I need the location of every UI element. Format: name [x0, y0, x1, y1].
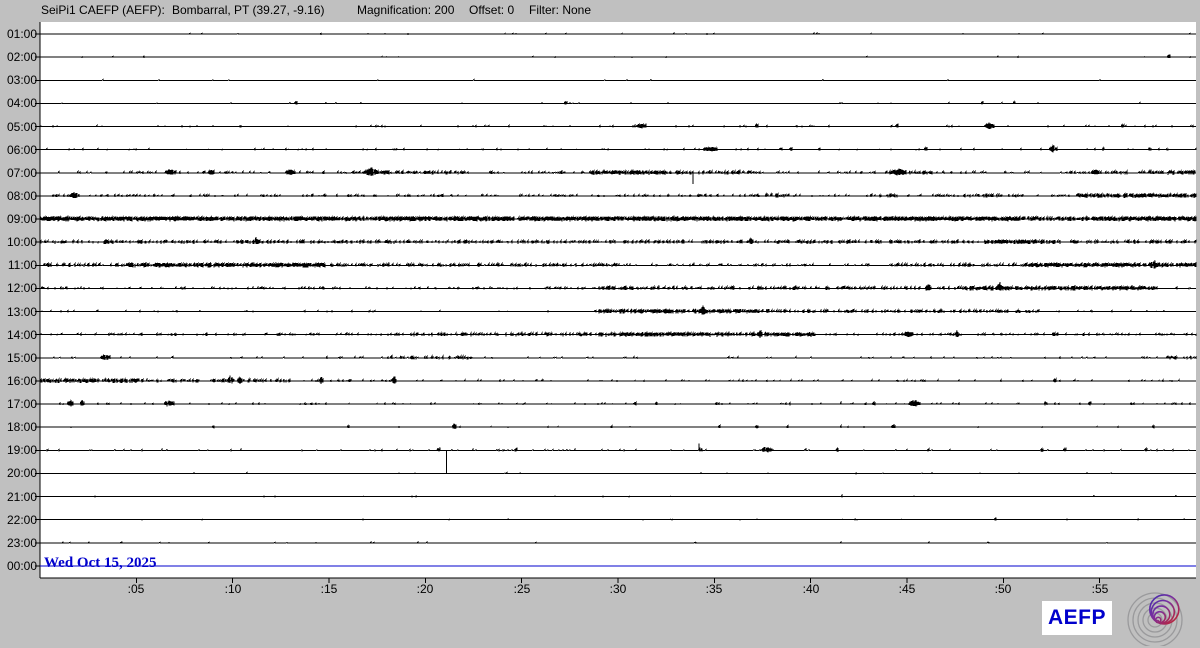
- hour-label-21:00: 21:00: [6, 490, 37, 504]
- hour-label-18:00: 18:00: [6, 420, 37, 434]
- minute-label-:45: :45: [898, 582, 916, 596]
- hour-label-01:00: 01:00: [6, 27, 37, 41]
- hour-label-06:00: 06:00: [6, 143, 37, 157]
- offset-label: Offset: 0: [469, 3, 515, 17]
- hour-label-23:00: 23:00: [6, 536, 37, 550]
- minute-label-:05: :05: [127, 582, 145, 596]
- seismo-spiral-icon: [1127, 592, 1183, 646]
- seismograph-window: SeiPi1 CAEFP (AEFP): Bombarral, PT (39.2…: [0, 0, 1200, 648]
- hour-label-17:00: 17:00: [6, 397, 37, 411]
- minute-label-:50: :50: [994, 582, 1012, 596]
- hour-label-03:00: 03:00: [6, 73, 37, 87]
- hour-label-04:00: 04:00: [6, 96, 37, 110]
- minute-label-:30: :30: [609, 582, 627, 596]
- minute-label-:40: :40: [802, 582, 820, 596]
- minute-label-:20: :20: [416, 582, 434, 596]
- hour-label-20:00: 20:00: [6, 466, 37, 480]
- hour-label-14:00: 14:00: [6, 328, 37, 342]
- brand-text: AEFP: [1047, 606, 1106, 629]
- brand-box: AEFP: [1042, 601, 1112, 635]
- filter-label: Filter: None: [529, 3, 592, 17]
- hour-label-12:00: 12:00: [6, 281, 37, 295]
- hour-label-08:00: 08:00: [6, 189, 37, 203]
- date-label: Wed Oct 15, 2025: [44, 555, 157, 571]
- hour-label-02:00: 02:00: [6, 50, 37, 64]
- magnification-label: Magnification: 200: [357, 3, 455, 17]
- hour-label-07:00: 07:00: [6, 166, 37, 180]
- station-label: SeiPi1 CAEFP (AEFP):: [41, 3, 165, 17]
- hour-label-16:00: 16:00: [6, 374, 37, 388]
- minute-label-:35: :35: [705, 582, 723, 596]
- minute-label-:25: :25: [513, 582, 531, 596]
- minute-label-:55: :55: [1091, 582, 1109, 596]
- minute-label-:10: :10: [224, 582, 242, 596]
- hour-label-00:00: 00:00: [6, 559, 37, 573]
- hour-label-19:00: 19:00: [6, 443, 37, 457]
- hour-label-22:00: 22:00: [6, 513, 37, 527]
- hour-label-15:00: 15:00: [6, 351, 37, 365]
- plot-area[interactable]: [40, 22, 1196, 578]
- hour-label-13:00: 13:00: [6, 305, 37, 319]
- minute-label-:15: :15: [320, 582, 338, 596]
- hour-label-09:00: 09:00: [6, 212, 37, 226]
- location-label: Bombarral, PT (39.27, -9.16): [172, 3, 325, 17]
- hour-label-11:00: 11:00: [7, 258, 37, 272]
- hour-label-05:00: 05:00: [6, 120, 37, 134]
- hour-label-10:00: 10:00: [6, 235, 37, 249]
